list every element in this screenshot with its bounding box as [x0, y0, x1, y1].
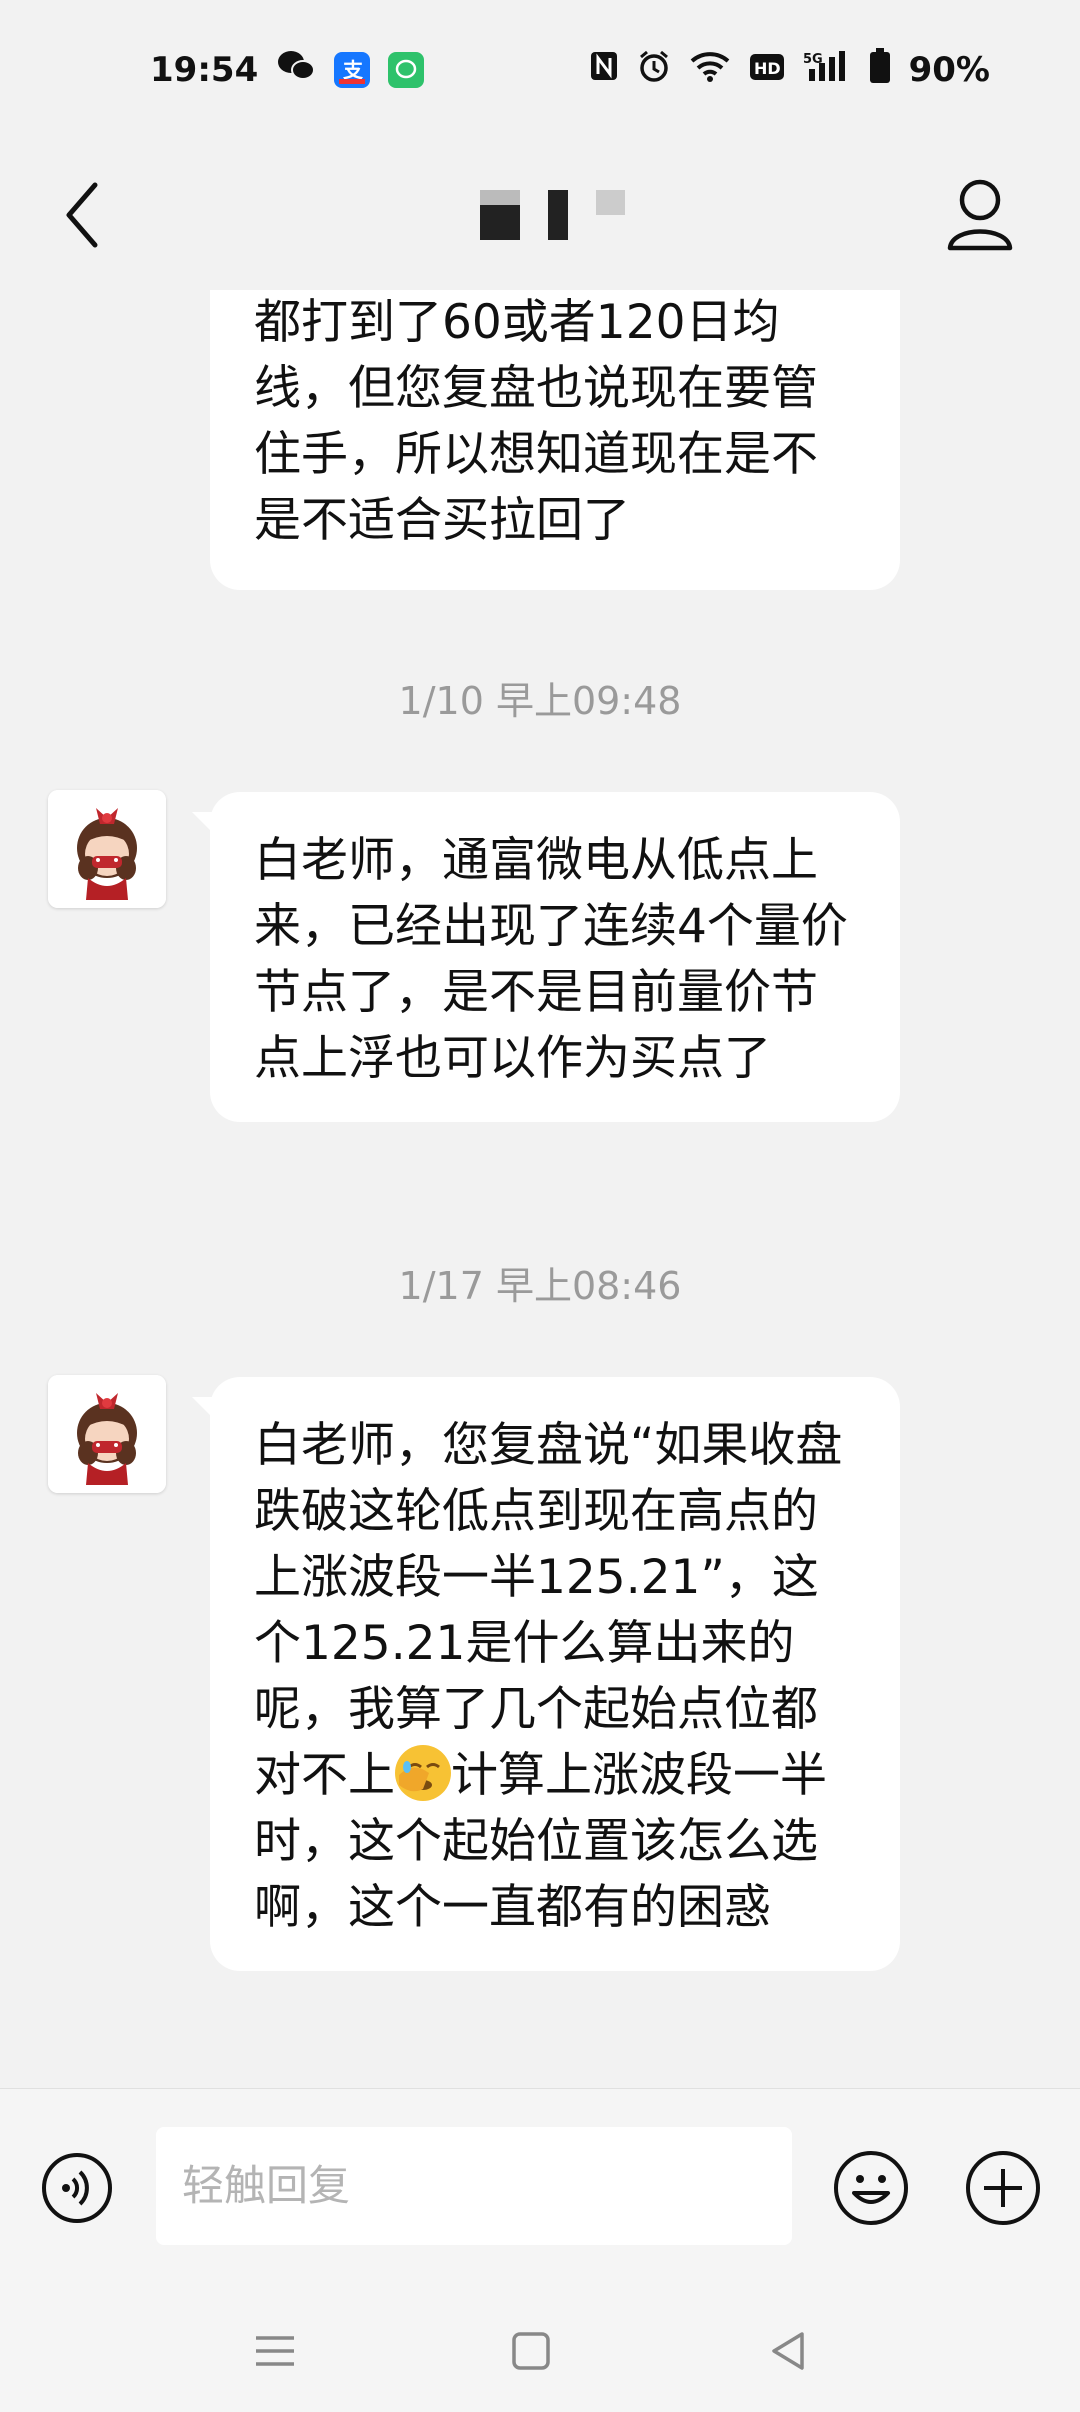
voice-icon	[42, 2153, 112, 2223]
back-nav-button[interactable]	[764, 2326, 814, 2376]
input-bar: 轻触回复	[0, 2088, 1080, 2289]
chat-area[interactable]: 有升天，现在价格大很多 都打到了60或者120日均线，但您复盘也说现在要管住手，…	[0, 290, 1080, 2090]
system-nav-bar	[0, 2288, 1080, 2412]
emoji-button[interactable]	[832, 2149, 910, 2227]
status-time: 19:54	[150, 50, 259, 90]
battery-percent: 90%	[908, 50, 990, 90]
message-timestamp: 1/10 早上09:48	[398, 679, 682, 723]
avatar[interactable]	[48, 1375, 166, 1493]
back-triangle-icon	[772, 2332, 804, 2370]
hd-icon: HD	[749, 50, 785, 90]
message-timestamp: 1/17 早上08:46	[398, 1264, 682, 1308]
message-bubble[interactable]: 白老师，通富微电从低点上来，已经出现了连续4个量价节点了，是不是目前量价节点上浮…	[192, 792, 900, 1122]
message-bubble[interactable]: 白老师，您复盘说“如果收盘跌破这轮低点到现在高点的上涨波段一半125.21”，这…	[192, 1377, 900, 1971]
chat-header	[0, 140, 1080, 290]
reply-input[interactable]: 轻触回复	[156, 2127, 792, 2245]
plus-button[interactable]	[964, 2149, 1042, 2227]
profile-button[interactable]	[940, 170, 1020, 260]
home-icon	[512, 2332, 550, 2370]
plus-icon	[966, 2151, 1040, 2225]
home-button[interactable]	[506, 2326, 556, 2376]
message-text: 白老师，通富微电从低点上来，已经出现了连续4个量价节点了，是不是目前量价节点上浮…	[254, 833, 848, 1086]
alipay-icon: 支	[334, 52, 371, 88]
doll-avatar-icon	[48, 790, 166, 908]
avatar[interactable]	[48, 790, 166, 908]
doll-avatar-icon	[48, 1375, 166, 1493]
status-left: 19:54 支	[150, 48, 425, 93]
message-text: 都打到了60或者120日均线，但您复盘也说现在要管住手，所以想知道现在是不是不适…	[254, 295, 818, 548]
voice-button[interactable]	[40, 2151, 114, 2225]
wifi-icon	[689, 50, 731, 91]
svg-text:HD: HD	[754, 59, 781, 78]
redaction-block	[480, 190, 520, 240]
message-text-part1: 白老师，您复盘说“如果收盘跌破这轮低点到现在高点的上涨波段一半125.21”，这…	[254, 1418, 843, 1803]
battery-icon	[869, 47, 891, 93]
reply-placeholder: 轻触回复	[182, 2161, 351, 2210]
messages-icon	[388, 52, 425, 88]
redaction-block	[596, 190, 625, 240]
facepalm-emoji	[395, 1745, 451, 1801]
svg-text:支: 支	[343, 58, 364, 82]
menu-button[interactable]	[250, 2326, 300, 2376]
back-button[interactable]	[55, 175, 115, 255]
status-bar: 19:54 支 HD 5G 90%	[0, 0, 1080, 140]
redaction-block	[547, 190, 569, 240]
smiley-icon	[834, 2151, 908, 2225]
back-chevron-icon	[66, 182, 98, 248]
nfc-icon	[589, 50, 619, 91]
contact-name-redacted	[480, 170, 625, 260]
signal-5g-icon: 5G	[803, 49, 851, 92]
menu-icon	[256, 2336, 294, 2366]
alarm-icon	[637, 49, 671, 92]
status-right: HD 5G 90%	[589, 47, 990, 93]
message-bubble[interactable]: 有升天，现在价格大很多 都打到了60或者120日均线，但您复盘也说现在要管住手，…	[210, 290, 900, 590]
person-icon	[947, 179, 1013, 251]
wechat-icon	[276, 48, 316, 93]
